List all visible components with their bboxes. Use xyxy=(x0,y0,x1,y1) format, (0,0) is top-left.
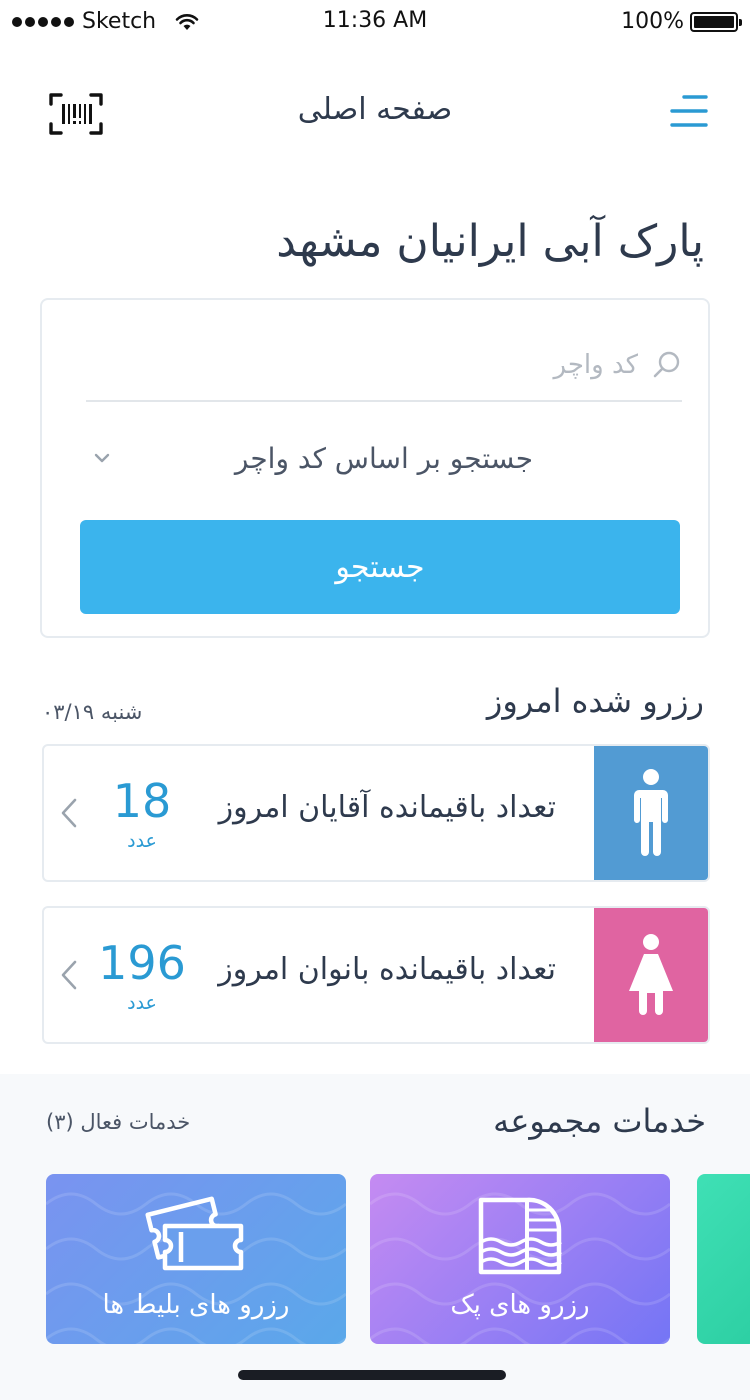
men-remaining-label: تعداد باقیمانده آقایان امروز xyxy=(218,790,556,825)
services-section: خدمات مجموعه خدمات فعال (۳) رزرو های بلی… xyxy=(0,1074,750,1400)
park-title: پارک آبی ایرانیان مشهد xyxy=(276,216,704,267)
home-indicator xyxy=(238,1370,506,1380)
nav-bar: صفحه اصلی xyxy=(0,70,750,154)
men-remaining-count: 18 xyxy=(112,774,172,828)
women-remaining-card[interactable]: تعداد باقیمانده بانوان امروز 196 عدد xyxy=(42,906,710,1044)
men-remaining-card[interactable]: تعداد باقیمانده آقایان امروز 18 عدد xyxy=(42,744,710,882)
page-title: صفحه اصلی xyxy=(297,92,453,127)
search-button[interactable]: جستجو xyxy=(80,520,680,614)
tickets-icon xyxy=(145,1196,244,1271)
status-bar: Sketch 11:36 AM 100% xyxy=(0,0,750,44)
chevron-left-icon xyxy=(61,960,77,990)
hamburger-menu-icon xyxy=(670,95,708,127)
chevron-left-icon xyxy=(61,798,77,828)
women-remaining-unit: عدد xyxy=(127,992,157,1014)
pool-icon xyxy=(478,1197,562,1275)
woman-icon xyxy=(629,934,673,1015)
search-icon xyxy=(653,351,680,378)
pack-reservations-card[interactable]: رزرو های پک xyxy=(370,1174,670,1344)
battery-percent: 100% xyxy=(621,9,684,34)
search-type-select[interactable]: جستجو بر اساس کد واچر xyxy=(86,420,682,496)
active-services-count: خدمات فعال (۳) xyxy=(46,1110,191,1134)
service-card-partial[interactable] xyxy=(697,1174,750,1344)
man-icon xyxy=(634,769,668,856)
pack-reservations-label: رزرو های پک xyxy=(450,1290,590,1320)
tickets-icon-wrap xyxy=(46,1192,346,1276)
women-icon-box xyxy=(594,908,708,1042)
women-remaining-label: تعداد باقیمانده بانوان امروز xyxy=(218,952,556,987)
reservations-date: شنبه ۰۳/۱۹ xyxy=(42,700,143,724)
reservations-heading: رزرو شده امروز xyxy=(486,682,704,720)
voucher-code-input[interactable] xyxy=(86,340,638,390)
ticket-reservations-label: رزرو های بلیط ها xyxy=(102,1290,290,1320)
pool-icon-wrap xyxy=(370,1192,670,1276)
menu-button[interactable] xyxy=(670,94,708,128)
men-remaining-unit: عدد xyxy=(127,830,157,852)
battery-icon xyxy=(690,11,742,32)
status-right: 100% xyxy=(621,9,742,34)
men-icon-box xyxy=(594,746,708,880)
search-type-value: جستجو بر اساس کد واچر xyxy=(234,441,534,475)
services-heading: خدمات مجموعه xyxy=(493,1102,706,1140)
voucher-search-row xyxy=(86,330,682,402)
women-remaining-count: 196 xyxy=(98,936,186,990)
voucher-search-card: جستجو بر اساس کد واچر جستجو xyxy=(40,298,710,638)
ticket-reservations-card[interactable]: رزرو های بلیط ها xyxy=(46,1174,346,1344)
